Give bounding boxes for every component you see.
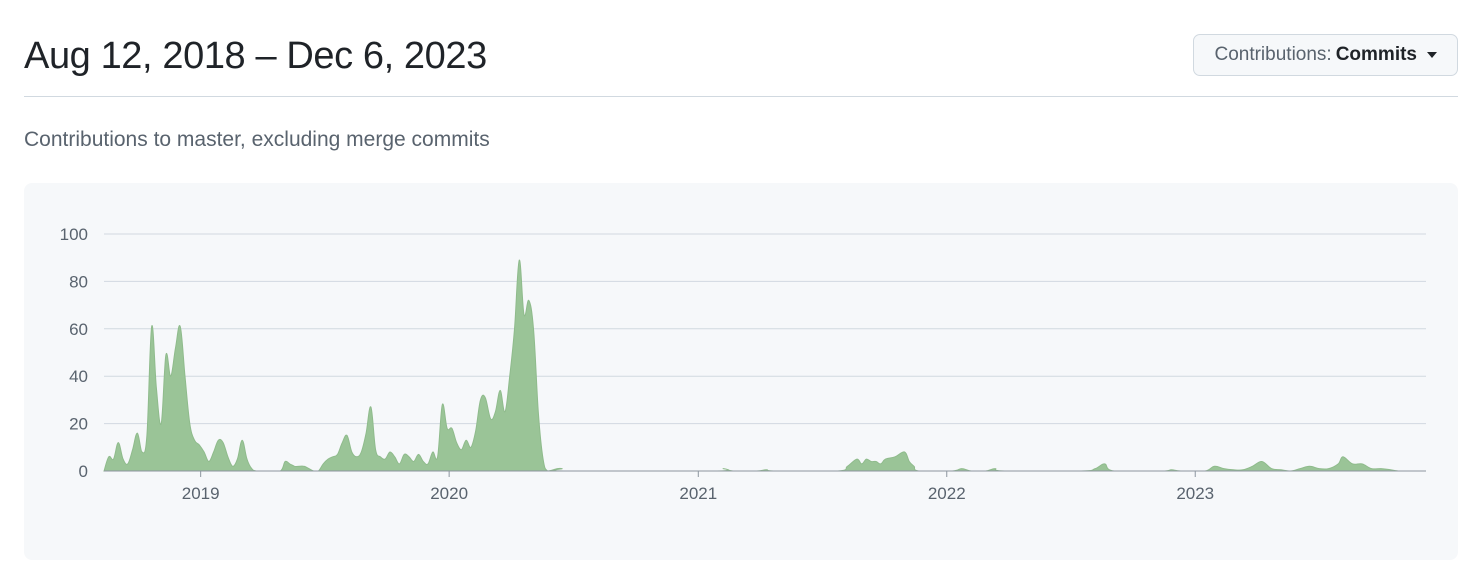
contributions-value: Commits	[1335, 44, 1417, 65]
contributions-area-chart: 0 20 40 60 80 100 2019 2020 2021 2022 2023	[60, 225, 1426, 503]
y-tick-label: 40	[69, 367, 88, 386]
y-tick-label: 60	[69, 320, 88, 339]
x-tick-label: 2020	[430, 484, 468, 503]
axes: 0 20 40 60 80 100 2019 2020 2021 2022 2023	[60, 225, 1426, 503]
x-tick-label: 2023	[1176, 484, 1214, 503]
caret-down-icon	[1427, 52, 1437, 58]
contributions-dropdown-button[interactable]: Contributions: Commits	[1193, 34, 1458, 76]
y-tick-label: 100	[60, 225, 88, 244]
header: Aug 12, 2018 – Dec 6, 2023 Contributions…	[24, 0, 1458, 97]
area-series	[103, 259, 1426, 472]
y-tick-label: 20	[69, 415, 88, 434]
gridlines	[104, 233, 1426, 472]
x-tick-label: 2021	[679, 484, 717, 503]
y-tick-label: 0	[79, 462, 88, 481]
contributions-label: Contributions:	[1214, 44, 1332, 65]
chart-subtitle: Contributions to master, excluding merge…	[24, 128, 490, 151]
x-tick-label: 2022	[928, 484, 966, 503]
contributions-chart-panel: 0 20 40 60 80 100 2019 2020 2021 2022 2023	[24, 183, 1458, 560]
x-tick-label: 2019	[182, 484, 220, 503]
date-range-title: Aug 12, 2018 – Dec 6, 2023	[24, 35, 487, 77]
commits-area	[103, 259, 1426, 472]
y-tick-label: 80	[69, 272, 88, 291]
